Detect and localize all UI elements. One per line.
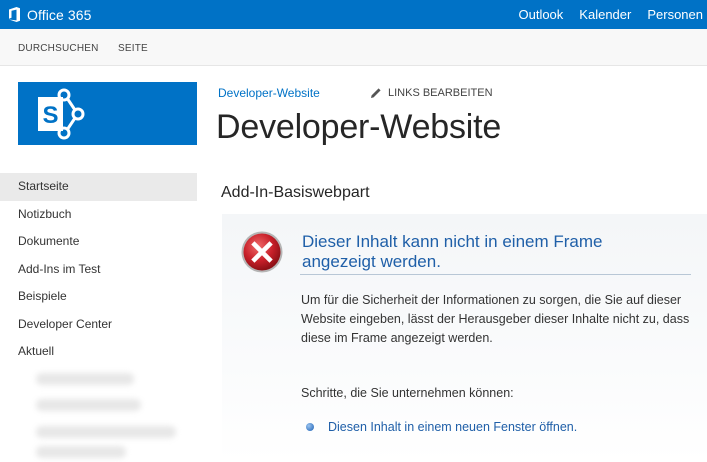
suite-link-personen[interactable]: Personen [639,0,707,29]
error-title: Dieser Inhalt kann nicht in einem Frame … [302,232,603,271]
site-logo[interactable]: S [18,82,197,145]
edit-links-button[interactable]: LINKS BEARBEITEN [370,87,493,99]
steps-label: Schritte, die Sie unternehmen können: [301,386,514,400]
error-description: Um für die Sicherheit der Informationen … [301,293,690,345]
nav-item-notizbuch[interactable]: Notizbuch [0,201,197,229]
nav-item-startseite[interactable]: Startseite [0,173,197,201]
suite-bar: Office 365 Outlook Kalender Personen [0,0,707,29]
nav-item-dokumente[interactable]: Dokumente [0,228,197,256]
brand-label: Office 365 [27,6,92,23]
bullet-icon [306,423,314,431]
open-in-new-window-link[interactable]: Diesen Inhalt in einem neuen Fenster öff… [306,420,577,434]
error-icon [241,231,283,273]
blurred-nav-item [36,399,141,411]
blurred-nav-item [36,446,126,458]
svg-text:S: S [42,102,58,129]
nav-item-beispiele[interactable]: Beispiele [0,283,197,311]
pencil-icon [371,88,381,98]
left-nav: Startseite Notizbuch Dokumente Add-Ins i… [0,173,197,366]
page-title: Developer-Website [216,108,502,146]
office365-brand[interactable]: Office 365 [6,6,92,23]
office-icon [9,7,20,22]
divider [300,274,691,275]
blurred-nav-item [36,426,176,438]
nav-item-aktuell[interactable]: Aktuell [0,338,197,366]
breadcrumb[interactable]: Developer-Website [218,86,320,100]
ribbon: DURCHSUCHEN SEITE [0,29,707,66]
webpart-title: Add-In-Basiswebpart [221,184,370,201]
blurred-nav-item [36,373,134,385]
nav-item-developer-center[interactable]: Developer Center [0,311,197,339]
open-in-new-window-label: Diesen Inhalt in einem neuen Fenster öff… [328,420,578,434]
suite-nav: Outlook Kalender Personen [510,0,707,29]
tab-durchsuchen[interactable]: DURCHSUCHEN [18,29,99,69]
nav-item-add-ins-im-test[interactable]: Add-Ins im Test [0,256,197,284]
suite-link-kalender[interactable]: Kalender [571,0,639,29]
edit-links-label: LINKS BEARBEITEN [388,87,493,99]
tab-seite[interactable]: SEITE [118,29,148,69]
sharepoint-icon: S [38,88,85,140]
suite-link-outlook[interactable]: Outlook [510,0,571,29]
